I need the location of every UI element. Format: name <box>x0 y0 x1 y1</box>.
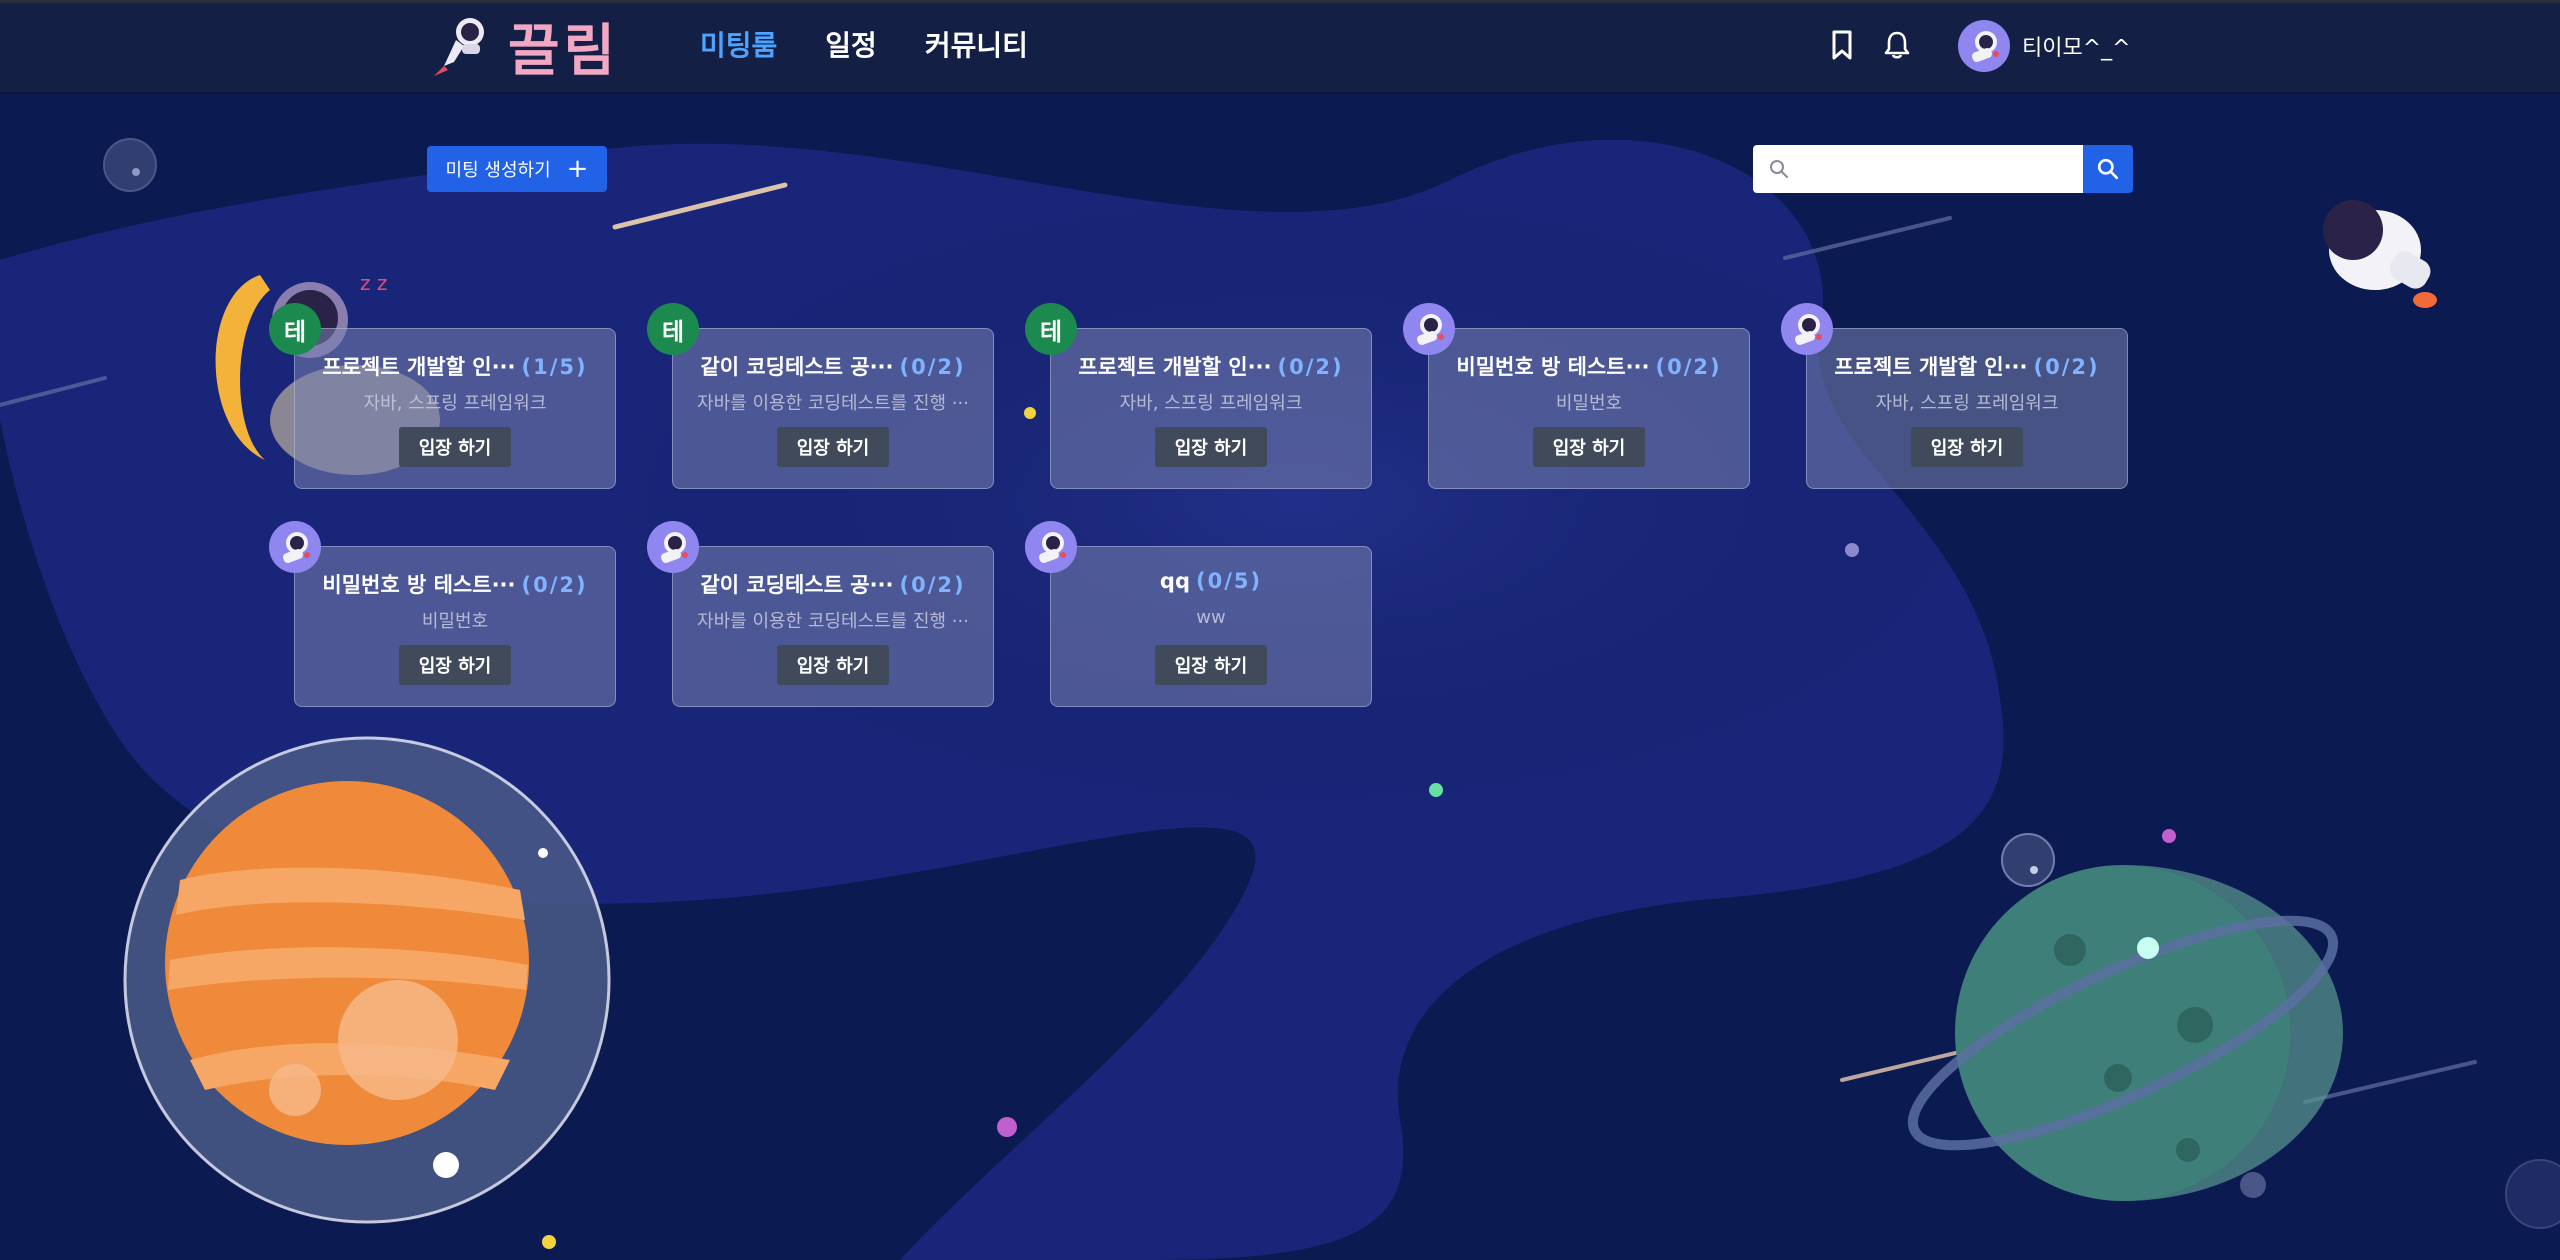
room-participant-count: (1/5) <box>521 355 588 379</box>
astronaut-avatar-icon <box>283 532 310 563</box>
enter-room-button[interactable]: 입장 하기 <box>1155 427 1267 467</box>
nav-meeting-room[interactable]: 미팅룸 <box>700 24 777 64</box>
logo[interactable]: 끌림 <box>426 10 619 84</box>
room-title-line: qq (0/5) <box>1051 569 1371 593</box>
search-input[interactable] <box>1753 145 2083 193</box>
svg-text:z z: z z <box>360 271 387 295</box>
enter-room-button[interactable]: 입장 하기 <box>1533 427 1645 467</box>
room-title: qq <box>1159 569 1190 593</box>
room-participant-count: (0/2) <box>1655 355 1722 379</box>
astronaut-avatar-icon <box>1972 31 1999 62</box>
host-avatar <box>647 521 699 573</box>
enter-room-button[interactable]: 입장 하기 <box>1155 645 1267 685</box>
host-initial-badge: 테 <box>1025 303 1077 355</box>
meeting-room-card: qq (0/5) ww 입장 하기 <box>1025 521 1372 707</box>
room-description: 자바, 스프링 프레임워크 <box>1119 393 1303 414</box>
room-description: 비밀번호 <box>1555 393 1623 414</box>
room-title-line: 비밀번호 방 테스트··· (0/2) <box>1429 351 1749 381</box>
search-button[interactable] <box>2083 145 2133 193</box>
host-initial-badge: 테 <box>269 303 321 355</box>
user-name: 티이모^_^ <box>2022 36 2131 61</box>
host-avatar <box>1781 303 1833 355</box>
bookmark-icon[interactable] <box>1825 28 1859 62</box>
meeting-room-card: 테 같이 코딩테스트 공··· (0/2) 자바를 이용한 코딩테스트를 진행 ···… <box>647 303 994 489</box>
room-description: 자바를 이용한 코딩테스트를 진행 ··· <box>697 393 969 414</box>
enter-room-button[interactable]: 입장 하기 <box>1911 427 2023 467</box>
room-participant-count: (0/2) <box>899 355 966 379</box>
host-avatar <box>269 521 321 573</box>
room-title: 같이 코딩테스트 공··· <box>700 355 894 379</box>
room-title-line: 프로젝트 개발할 인··· (0/2) <box>1807 351 2127 381</box>
astronaut-avatar-icon <box>1039 532 1066 563</box>
meeting-room-card: 테 프로젝트 개발할 인··· (1/5) 자바, 스프링 프레임워크입장 하기 <box>269 303 616 489</box>
nav-schedule[interactable]: 일정 <box>825 24 877 64</box>
astronaut-avatar-icon <box>1417 314 1444 345</box>
top-navigation-bar: 끌림 미팅룸 일정 커뮤니티 티이모^_^ <box>0 0 2560 94</box>
host-avatar <box>1025 521 1077 573</box>
room-title: 프로젝트 개발할 인··· <box>1834 355 2028 379</box>
meeting-room-card: 비밀번호 방 테스트··· (0/2) 비밀번호입장 하기 <box>1403 303 1750 489</box>
create-meeting-button[interactable]: 미팅 생성하기 + <box>427 146 607 192</box>
room-title-line: 비밀번호 방 테스트··· (0/2) <box>295 569 615 599</box>
bell-icon[interactable] <box>1880 28 1914 62</box>
enter-room-button[interactable]: 입장 하기 <box>399 645 511 685</box>
astronaut-avatar-icon <box>1795 314 1822 345</box>
astronaut-logo-icon <box>434 18 484 76</box>
astronaut-avatar-icon <box>661 532 688 563</box>
search-icon <box>1770 160 1788 178</box>
room-description: 자바, 스프링 프레임워크 <box>1875 393 2059 414</box>
create-meeting-label: 미팅 생성하기 <box>445 160 551 181</box>
logo-text: 끌림 <box>508 18 620 84</box>
room-title: 같이 코딩테스트 공··· <box>700 573 894 597</box>
room-participant-count: (0/2) <box>521 573 588 597</box>
avatar <box>1958 20 2010 72</box>
plus-icon: + <box>566 154 589 184</box>
room-description: 자바, 스프링 프레임워크 <box>363 393 547 414</box>
orange-planet-illustration <box>123 736 611 1224</box>
search-field-wrapper <box>1753 145 2083 193</box>
search-bar <box>1753 145 2133 193</box>
room-title-line: 같이 코딩테스트 공··· (0/2) <box>673 351 993 381</box>
host-avatar <box>1403 303 1455 355</box>
room-description: 자바를 이용한 코딩테스트를 진행 ··· <box>697 611 969 632</box>
enter-room-button[interactable]: 입장 하기 <box>777 427 889 467</box>
room-title-line: 프로젝트 개발할 인··· (0/2) <box>1051 351 1371 381</box>
room-title: 프로젝트 개발할 인··· <box>1078 355 1272 379</box>
enter-room-button[interactable]: 입장 하기 <box>777 645 889 685</box>
host-initial-badge: 테 <box>647 303 699 355</box>
room-participant-count: (0/2) <box>1277 355 1344 379</box>
room-title: 비밀번호 방 테스트··· <box>1456 355 1650 379</box>
room-description: ww <box>1196 607 1226 628</box>
room-title: 프로젝트 개발할 인··· <box>322 355 516 379</box>
main-nav: 미팅룸 일정 커뮤니티 <box>700 24 1028 64</box>
enter-room-button[interactable]: 입장 하기 <box>399 427 511 467</box>
top-border-line <box>0 0 2560 3</box>
meeting-room-card: 프로젝트 개발할 인··· (0/2) 자바, 스프링 프레임워크입장 하기 <box>1781 303 2128 489</box>
user-menu[interactable]: 티이모^_^ <box>1958 20 2131 72</box>
room-participant-count: (0/2) <box>2033 355 2100 379</box>
room-title-line: 프로젝트 개발할 인··· (1/5) <box>295 351 615 381</box>
room-title-line: 같이 코딩테스트 공··· (0/2) <box>673 569 993 599</box>
nav-community[interactable]: 커뮤니티 <box>925 24 1028 64</box>
room-participant-count: (0/2) <box>899 573 966 597</box>
room-description: 비밀번호 <box>421 611 489 632</box>
room-participant-count: (0/5) <box>1195 569 1263 593</box>
meeting-room-card: 같이 코딩테스트 공··· (0/2) 자바를 이용한 코딩테스트를 진행 ··· 입… <box>647 521 994 707</box>
search-icon <box>2097 158 2119 180</box>
meeting-room-card: 테 프로젝트 개발할 인··· (0/2) 자바, 스프링 프레임워크입장 하기 <box>1025 303 1372 489</box>
meeting-room-card: 비밀번호 방 테스트··· (0/2) 비밀번호입장 하기 <box>269 521 616 707</box>
room-title: 비밀번호 방 테스트··· <box>322 573 516 597</box>
